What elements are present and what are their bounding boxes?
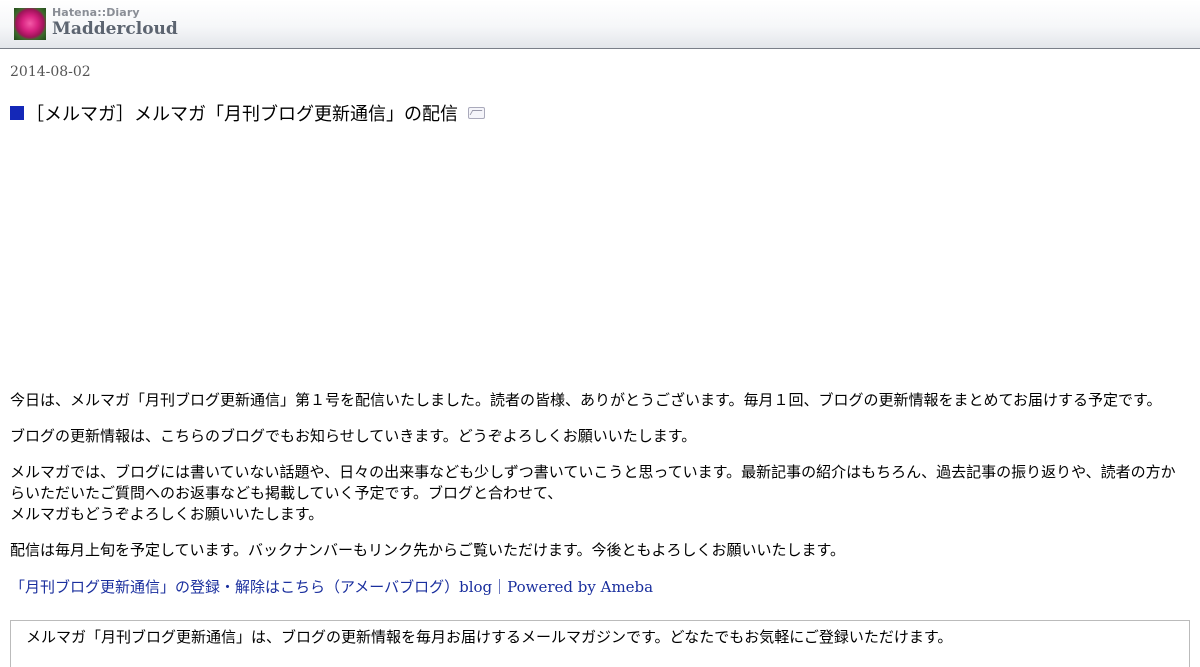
entry-paragraph-4: 配信は毎月上旬を予定しています。バックナンバーもリンク先からご覧いただけます。今… [10,541,846,559]
entry-paragraph-3-line1: メルマガでは、ブログには書いていない話題や、日々の出来事なども少しずつ書いていこ… [10,463,1176,502]
rose-avatar-icon[interactable] [14,8,46,40]
hatena-bookmark-icon[interactable] [468,107,485,119]
service-name[interactable]: Hatena::Diary [52,6,140,19]
title-marker-icon [10,106,24,120]
entry-content: 2014-08-02 ［メルマガ］メルマガ「月刊ブログ更新通信」の配信 今日は、… [0,64,1200,667]
entry-date[interactable]: 2014-08-02 [10,64,1190,80]
entry-paragraph-2: ブログの更新情報は、こちらのブログでもお知らせしていきます。どうぞよろしくお願い… [10,427,697,445]
entry-title-row: ［メルマガ］メルマガ「月刊ブログ更新通信」の配信 [10,100,1190,126]
site-header: Hatena::Diary Maddercloud [0,0,1200,49]
entry-paragraph-1: 今日は、メルマガ「月刊ブログ更新通信」第１号を配信いたしました。読者の皆様、あり… [10,391,1162,409]
embedded-media-area [10,124,1190,389]
entry-paragraph-3-line2: メルマガもどうぞよろしくお願いいたします。 [10,505,324,523]
entry-title[interactable]: ［メルマガ］メルマガ「月刊ブログ更新通信」の配信 [26,100,458,126]
entry-paragraph-3: メルマガでは、ブログには書いていない話題や、日々の出来事なども少しずつ書いていこ… [10,462,1190,525]
blog-title[interactable]: Maddercloud [52,19,178,39]
blockquote: メルマガ「月刊ブログ更新通信」は、ブログの更新情報を毎月お届けするメールマガジン… [10,620,1190,667]
ameba-blog-link[interactable]: 「月刊ブログ更新通信」の登録・解除はこちら（アメーバブログ）blog｜Power… [10,576,1190,597]
